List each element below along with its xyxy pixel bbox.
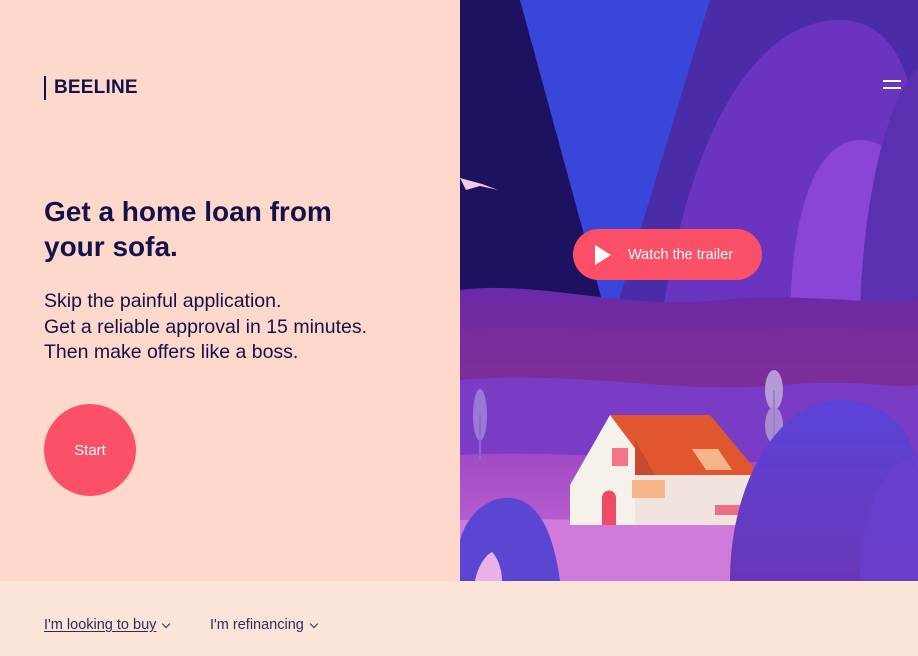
hero-line-1: Skip the painful application. <box>44 290 282 312</box>
hero-description: Skip the painful application. Get a reli… <box>44 289 424 366</box>
watch-trailer-label: Watch the trailer <box>628 246 734 263</box>
option-buy[interactable]: I'm looking to buy <box>44 617 171 633</box>
brand-logo[interactable]: BEELINE <box>44 76 138 100</box>
start-button[interactable]: Start <box>44 404 136 496</box>
hero-line-3: Then make offers like a boss. <box>44 341 299 363</box>
option-refinance[interactable]: I'm refinancing <box>210 617 319 633</box>
hamburger-icon[interactable] <box>883 78 901 90</box>
menu-line-top <box>883 80 901 82</box>
hero-panel: BEELINE Get a home loan from your sofa. … <box>0 0 460 581</box>
brand-name: BEELINE <box>54 77 138 98</box>
night-landscape-illustration <box>460 0 918 581</box>
hero-illustration <box>460 0 918 581</box>
hero-headline: Get a home loan from your sofa. <box>44 196 332 262</box>
option-refinance-label: I'm refinancing <box>210 617 304 633</box>
menu-line-bottom <box>883 87 901 89</box>
chevron-down-icon <box>162 619 171 628</box>
watch-trailer-button[interactable]: Watch the trailer <box>573 229 762 280</box>
option-buy-label: I'm looking to buy <box>44 617 157 633</box>
play-icon <box>595 244 611 265</box>
chevron-down-icon <box>309 619 319 628</box>
logo-bar <box>44 76 46 100</box>
hero-line-2: Get a reliable approval in 15 minutes. <box>44 315 368 338</box>
